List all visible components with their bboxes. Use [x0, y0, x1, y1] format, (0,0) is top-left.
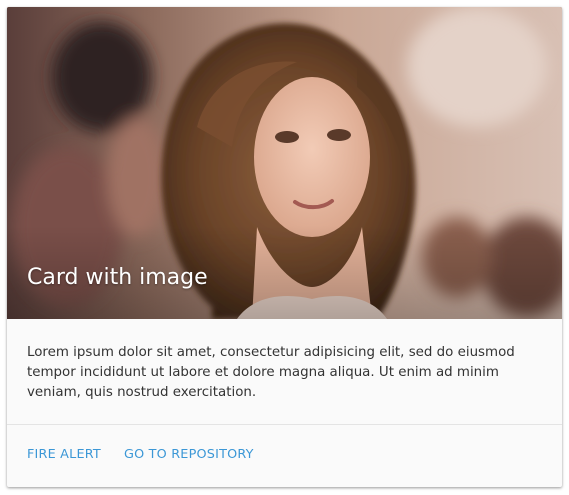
card-title: Card with image	[27, 265, 208, 290]
go-to-repository-button[interactable]: GO TO REPOSITORY	[124, 447, 254, 462]
card-image: Card with image	[7, 7, 562, 319]
image-card: Card with image Lorem ipsum dolor sit am…	[7, 7, 562, 487]
card-body-text: Lorem ipsum dolor sit amet, consectetur …	[27, 345, 515, 400]
fire-alert-button[interactable]: FIRE ALERT	[27, 447, 101, 462]
card-actions: FIRE ALERT GO TO REPOSITORY	[7, 424, 562, 487]
